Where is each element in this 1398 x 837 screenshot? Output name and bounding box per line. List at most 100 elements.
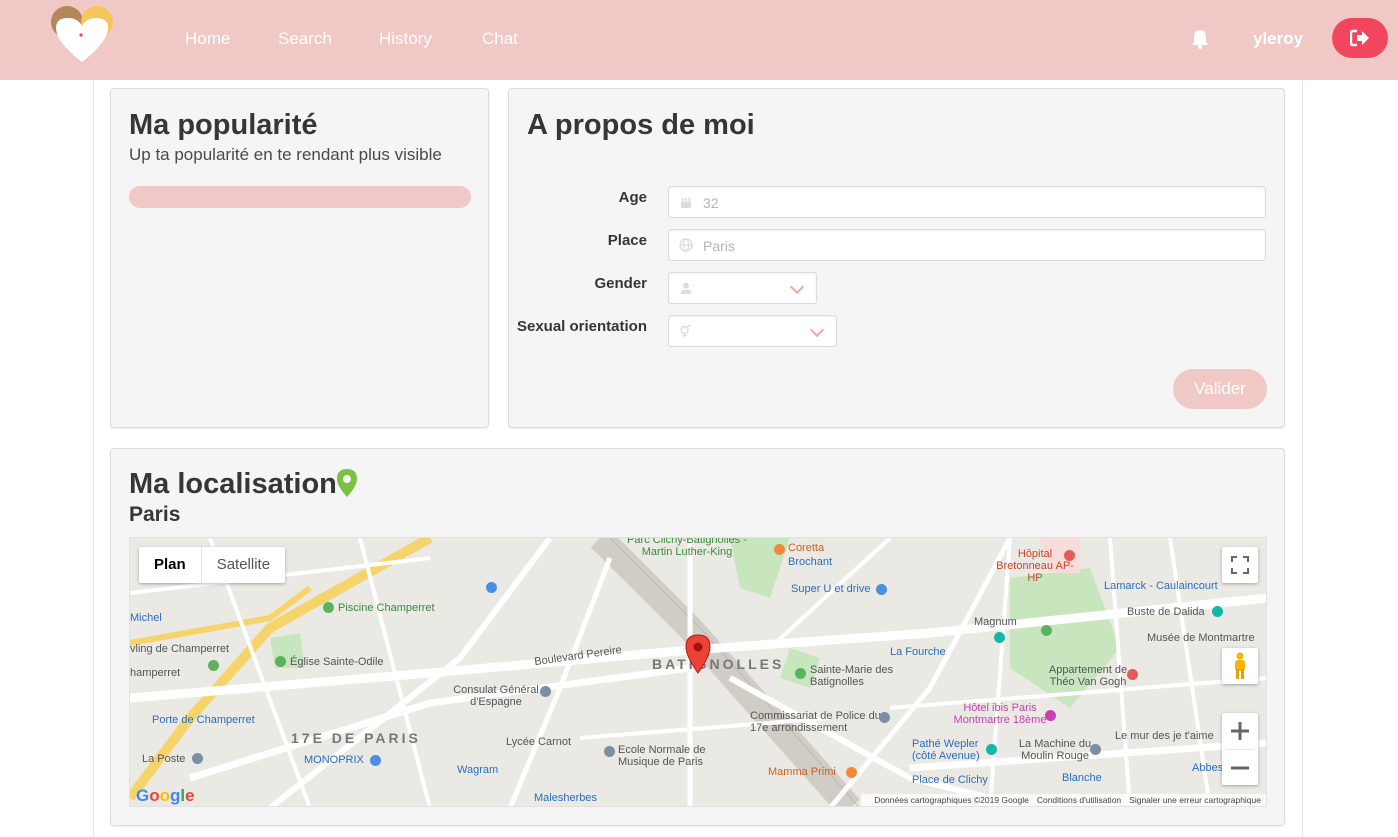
age-placeholder: 32 [703, 195, 719, 211]
shop-poi-icon[interactable] [876, 584, 887, 595]
map-type-control: Plan Satellite [139, 547, 286, 583]
transit-poi-icon[interactable] [486, 582, 497, 593]
map-attribution: Données cartographiques ©2019 Google Cond… [861, 794, 1266, 806]
cinema-poi-icon[interactable] [986, 744, 997, 755]
place-input[interactable]: Paris [668, 229, 1266, 261]
map-label-jetaime: Le mur des je t'aime [1115, 730, 1214, 742]
genderless-icon [680, 324, 692, 338]
park-poi-icon[interactable] [1041, 625, 1052, 636]
church-poi-icon[interactable] [275, 656, 286, 667]
user-icon [680, 282, 692, 294]
place-placeholder: Paris [703, 238, 735, 254]
location-city: Paris [129, 503, 181, 526]
map-label-super-u: Super U et drive [791, 583, 871, 595]
map-label-moulin: La Machine du Moulin Rouge [1018, 738, 1092, 762]
orientation-select[interactable] [668, 315, 837, 347]
top-navbar: Home Search History Chat yleroy [0, 0, 1398, 80]
location-card: Ma localisation Paris Plan Satellite Par… [110, 448, 1285, 826]
notification-bell-icon[interactable] [1190, 28, 1210, 50]
map-data-credit: Données cartographiques ©2019 Google [874, 795, 1029, 805]
restaurant-poi-icon[interactable] [846, 767, 857, 778]
popularity-progress-bar [129, 186, 471, 208]
nav-history-link[interactable]: History [379, 29, 432, 49]
map-type-satellite-button[interactable]: Satellite [202, 547, 285, 583]
map-report-link[interactable]: Signaler une erreur cartographique [1129, 795, 1261, 805]
map-label-consulat: Consulat Général d'Espagne [453, 684, 539, 708]
map-label-mamma: Mamma Primi [768, 766, 836, 778]
orientation-label: Sexual orientation [516, 318, 647, 335]
age-input[interactable]: 32 [668, 186, 1266, 218]
fullscreen-icon [1231, 556, 1249, 574]
map-label-champerret: hamperret [130, 667, 181, 679]
zoom-in-button[interactable] [1231, 713, 1249, 749]
map-label-buste: Buste de Dalida [1127, 606, 1205, 618]
map-label-ecole: Ecole Normale de Musique de Paris [618, 744, 706, 768]
bowling-poi-icon[interactable] [208, 660, 219, 671]
username-label[interactable]: yleroy [1253, 29, 1303, 49]
map-label-lamarck: Lamarck - Caulaincourt [1104, 580, 1218, 592]
map-label-porte-champerret: Porte de Champerret [152, 714, 255, 726]
age-label: Age [618, 189, 647, 206]
nav-chat-link[interactable]: Chat [482, 29, 518, 49]
nav-search-link[interactable]: Search [278, 29, 332, 49]
map-label-monoprix: MONOPRIX [304, 754, 364, 766]
popularity-title: Ma popularité [129, 109, 318, 141]
map-label-musee: Musée de Montmartre [1147, 632, 1255, 644]
map-label-batignolles: BATIGNOLLES [652, 656, 785, 672]
park-poi-icon[interactable] [795, 668, 806, 679]
chevron-down-icon [809, 322, 825, 338]
location-title: Ma localisation [129, 468, 337, 500]
logout-button[interactable] [1332, 18, 1388, 58]
app-logo[interactable] [48, 4, 116, 64]
police-poi-icon[interactable] [879, 712, 890, 723]
map-label-la-poste: La Poste [142, 753, 186, 765]
map-label-ibis: Hôtel ibis Paris Montmartre 18ème [953, 702, 1047, 726]
map-label-van-gogh: Appartement de Théo Van Gogh [1048, 664, 1128, 688]
map-label-malesherbes: Malesherbes [534, 792, 597, 804]
pegman-icon [1235, 652, 1245, 679]
google-logo[interactable]: Google [136, 786, 195, 806]
post-office-poi-icon[interactable] [192, 753, 203, 764]
street-view-button[interactable] [1222, 648, 1258, 684]
map-label-brochant: Brochant [788, 556, 833, 568]
monument-poi-icon[interactable] [1212, 606, 1223, 617]
school-poi-icon[interactable] [604, 746, 615, 757]
map-label-pathe: Pathé Wepler (côté Avenue) [912, 738, 980, 762]
globe-icon [679, 238, 693, 252]
gender-label: Gender [594, 275, 647, 292]
landmark-poi-icon[interactable] [1127, 669, 1138, 680]
museum-poi-icon[interactable] [994, 632, 1005, 643]
venue-poi-icon[interactable] [1090, 744, 1101, 755]
map-type-plan-button[interactable]: Plan [139, 547, 202, 583]
zoom-out-button[interactable] [1231, 750, 1249, 785]
submit-button[interactable]: Valider [1173, 369, 1267, 409]
map-label-lycee: Lycée Carnot [506, 736, 572, 748]
chevron-down-icon [789, 279, 805, 295]
fullscreen-button[interactable] [1222, 547, 1258, 583]
map-label-la-fourche: La Fourche [890, 646, 946, 658]
location-marker-icon[interactable] [685, 634, 711, 674]
park-poi-icon[interactable] [323, 602, 334, 613]
about-title: A propos de moi [527, 109, 755, 141]
map-label-sainte-marie: Sainte-Marie des Batignolles [810, 664, 894, 688]
minus-icon [1231, 766, 1249, 769]
map-label-coretta: Coretta [788, 542, 825, 554]
place-label: Place [607, 232, 647, 249]
hospital-poi-icon[interactable] [1064, 550, 1075, 561]
hotel-poi-icon[interactable] [1045, 710, 1056, 721]
map-label-piscine: Piscine Champerret [338, 602, 435, 614]
plus-icon [1231, 722, 1249, 740]
shop-poi-icon[interactable] [370, 755, 381, 766]
map-label-blanche: Blanche [1062, 772, 1102, 784]
map-label-eglise: Église Sainte-Odile [290, 656, 384, 668]
map-label-district: 17E DE PARIS [291, 730, 421, 746]
map-label-place-clichy: Place de Clichy [912, 774, 988, 786]
map-label-wagram: Wagram [457, 764, 499, 776]
nav-home-link[interactable]: Home [185, 29, 230, 49]
consulate-poi-icon[interactable] [540, 686, 551, 697]
map-label-magnum: Magnum [974, 616, 1017, 628]
map-terms-link[interactable]: Conditions d'utilisation [1037, 795, 1121, 805]
google-map[interactable]: Plan Satellite Parc Clichy-Batignolles -… [129, 537, 1267, 807]
restaurant-poi-icon[interactable] [774, 544, 785, 555]
gender-select[interactable] [668, 272, 817, 304]
